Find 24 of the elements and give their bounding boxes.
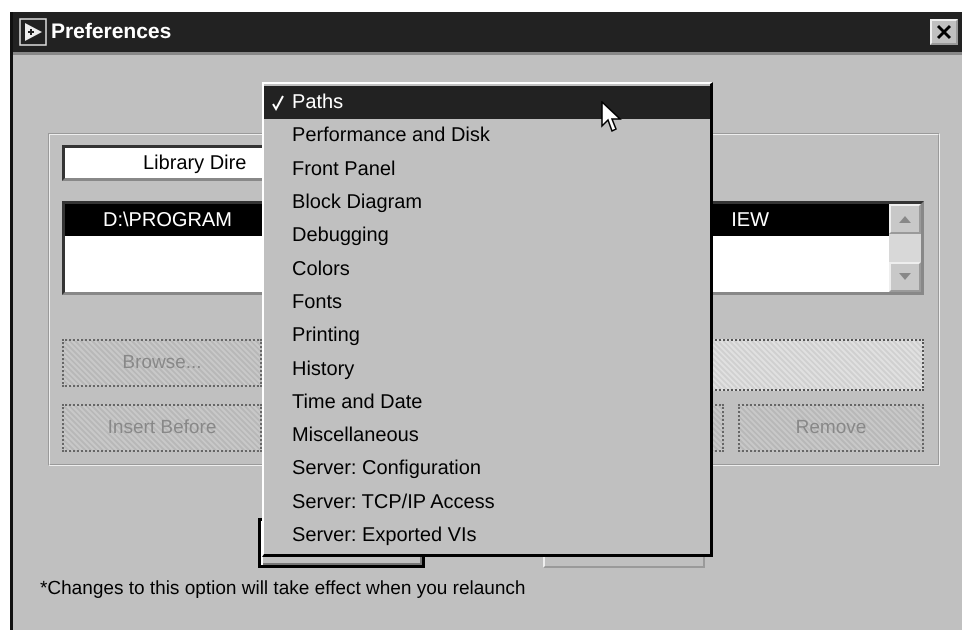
menu-item[interactable]: Fonts: [264, 286, 710, 320]
close-icon: [936, 24, 952, 40]
window-title: Preferences: [51, 20, 172, 44]
close-button[interactable]: [930, 19, 958, 45]
list-item-text[interactable]: IEW: [731, 208, 769, 232]
menu-item[interactable]: Printing: [264, 319, 710, 352]
menu-item[interactable]: Time and Date: [264, 386, 710, 419]
mouse-cursor-icon: [601, 101, 623, 135]
menu-item[interactable]: Paths: [264, 86, 710, 120]
menu-item[interactable]: Colors: [264, 252, 710, 286]
menu-item[interactable]: Debugging: [264, 219, 710, 252]
menu-item[interactable]: Server: Exported VIs: [264, 518, 710, 552]
footnote: *Changes to this option will take effect when you relaunch: [39, 578, 527, 600]
scroll-up-icon[interactable]: [889, 204, 921, 234]
scroll-down-icon[interactable]: [889, 262, 921, 292]
menu-item[interactable]: Miscellaneous: [264, 418, 710, 452]
menu-item[interactable]: Server: TCP/IP Access: [264, 486, 710, 519]
checkmark-icon: [272, 94, 284, 111]
play-icon: [19, 18, 47, 46]
menu-item[interactable]: Server: Configuration: [264, 452, 710, 486]
scrollbar[interactable]: [889, 204, 921, 292]
menu-item[interactable]: History: [264, 352, 710, 386]
list-item-text[interactable]: D:\PROGRAM: [65, 208, 232, 232]
menu-item[interactable]: Block Diagram: [264, 186, 710, 220]
